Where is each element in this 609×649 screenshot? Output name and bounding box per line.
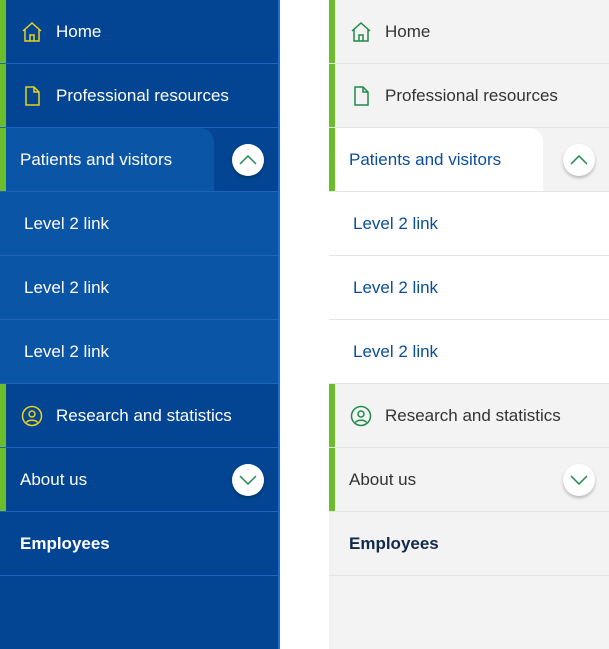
level2-link-label: Level 2 link — [353, 277, 439, 297]
collapse-button[interactable] — [232, 143, 264, 176]
nav-item-label: Employees — [349, 533, 439, 553]
nav-item-label: Home — [385, 21, 431, 41]
document-icon — [25, 85, 40, 106]
active-accent-bar — [0, 64, 6, 127]
user-circle-icon — [350, 405, 372, 426]
nav-item-home[interactable]: Home — [0, 0, 278, 64]
nav-item-label: Patients and visitors — [349, 149, 502, 169]
nav-item-patients-and-visitors[interactable]: Patients and visitors — [0, 128, 278, 192]
active-accent-bar — [0, 448, 6, 511]
nav-item-label: Home — [56, 21, 102, 41]
nav-item-professional-resources[interactable]: Professional resources — [0, 64, 278, 128]
nav-item-professional-resources[interactable]: Professional resources — [329, 64, 609, 128]
chevron-up-icon — [239, 154, 257, 165]
nav-item-employees[interactable]: Employees — [329, 512, 609, 576]
active-accent-bar — [329, 448, 335, 511]
active-accent-bar — [0, 384, 6, 447]
active-accent-bar — [329, 64, 335, 127]
nav-item-label: Employees — [20, 533, 110, 553]
nav-item-label: Professional resources — [385, 85, 558, 105]
nav-item-about-us[interactable]: About us — [329, 448, 609, 512]
nav-item-label: Professional resources — [56, 85, 229, 105]
nav-item-employees[interactable]: Employees — [0, 512, 278, 576]
level2-link[interactable]: Level 2 link — [329, 256, 609, 320]
nav-item-label: Research and statistics — [56, 405, 232, 425]
active-accent-bar — [329, 384, 335, 447]
active-accent-bar — [0, 0, 6, 63]
level2-link[interactable]: Level 2 link — [0, 192, 278, 256]
level2-link-label: Level 2 link — [353, 213, 439, 233]
mobile-nav-light: Home Professional resources Patients and… — [329, 0, 609, 649]
home-icon — [351, 21, 371, 42]
nav-item-label: Research and statistics — [385, 405, 561, 425]
nav-item-home[interactable]: Home — [329, 0, 609, 64]
expand-button[interactable] — [232, 463, 264, 496]
level2-link-label: Level 2 link — [24, 277, 110, 297]
mobile-nav-dark: Home Professional resources Patients and… — [0, 0, 280, 649]
nav-item-research-and-statistics[interactable]: Research and statistics — [329, 384, 609, 448]
nav-item-label: About us — [349, 469, 417, 489]
home-icon — [22, 21, 42, 42]
level2-link[interactable]: Level 2 link — [0, 320, 278, 384]
document-icon — [354, 85, 369, 106]
chevron-up-icon — [570, 154, 588, 165]
nav-item-label: About us — [20, 469, 88, 489]
expand-button[interactable] — [563, 463, 595, 496]
level2-link-label: Level 2 link — [24, 213, 110, 233]
active-accent-bar — [329, 0, 335, 63]
level2-link[interactable]: Level 2 link — [0, 256, 278, 320]
nav-item-research-and-statistics[interactable]: Research and statistics — [0, 384, 278, 448]
level2-link-label: Level 2 link — [353, 341, 439, 361]
nav-item-about-us[interactable]: About us — [0, 448, 278, 512]
collapse-button[interactable] — [563, 143, 595, 176]
chevron-down-icon — [239, 474, 257, 485]
chevron-down-icon — [570, 474, 588, 485]
level2-link-label: Level 2 link — [24, 341, 110, 361]
nav-item-label: Patients and visitors — [20, 149, 173, 169]
nav-item-patients-and-visitors[interactable]: Patients and visitors — [329, 128, 609, 192]
level2-link[interactable]: Level 2 link — [329, 192, 609, 256]
user-circle-icon — [21, 405, 43, 426]
level2-link[interactable]: Level 2 link — [329, 320, 609, 384]
